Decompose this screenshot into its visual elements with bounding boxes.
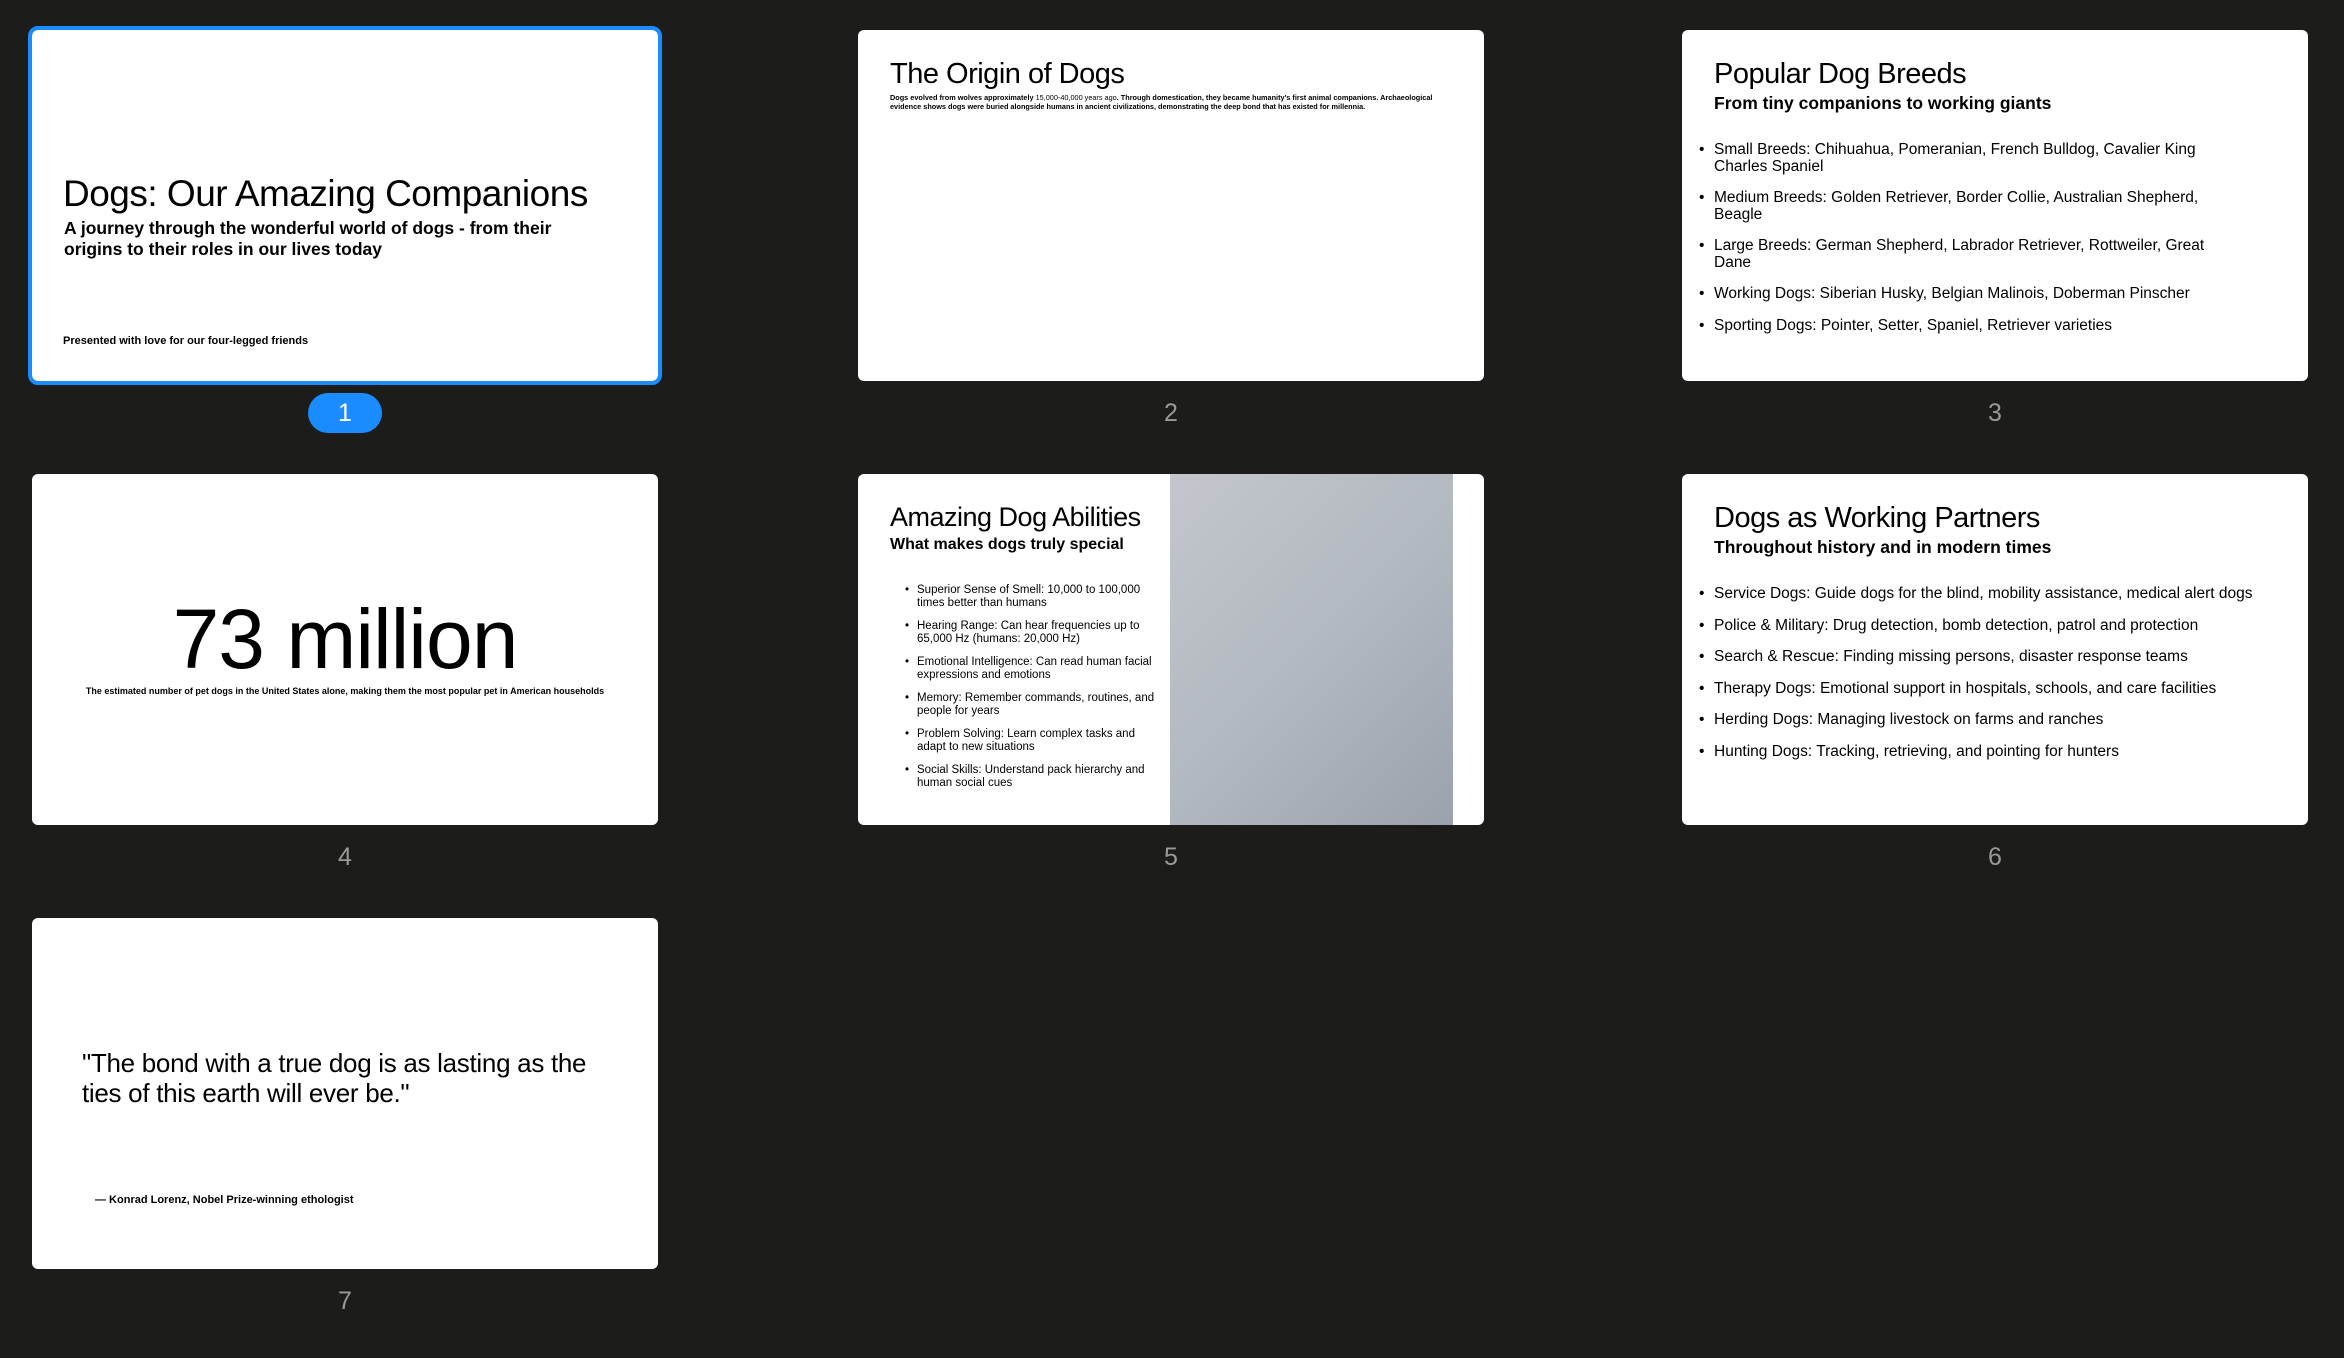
bullet-list: Small Breeds: Chihuahua, Pomeranian, Fre…: [1682, 141, 2234, 349]
slide-cell-7: "The bond with a true dog is as lasting …: [32, 918, 658, 1315]
slide-body-highlight: 15,000-40,000 years ago: [1035, 93, 1117, 102]
bullet-list: Service Dogs: Guide dogs for the blind, …: [1682, 585, 2254, 775]
slide-number: 3: [1988, 399, 2002, 427]
slide-body-text: Dogs evolved from wolves approximately: [890, 93, 1036, 102]
slide-quote: "The bond with a true dog is as lasting …: [82, 1048, 587, 1108]
slide-quote-attribution: — Konrad Lorenz, Nobel Prize-winning eth…: [95, 1194, 354, 1206]
bullet-list: Superior Sense of Smell: 10,000 to 100,0…: [858, 584, 1157, 800]
slide-thumbnail-5[interactable]: Amazing Dog Abilities What makes dogs tr…: [858, 474, 1484, 825]
slide-subtitle: Throughout history and in modern times: [1714, 537, 2052, 557]
slide-body: Dogs evolved from wolves approximately 1…: [890, 93, 1460, 111]
bullet-item: Medium Breeds: Golden Retriever, Border …: [1699, 189, 2234, 223]
slide-thumbnail-4[interactable]: 73 million The estimated number of pet d…: [32, 474, 658, 825]
bullet-item: Police & Military: Drug detection, bomb …: [1699, 617, 2254, 635]
slide-cell-3: Popular Dog Breeds From tiny companions …: [1682, 30, 2308, 427]
slide-title: Popular Dog Breeds: [1714, 58, 1967, 90]
slide-number: 1: [308, 393, 382, 433]
slide-thumbnail-2[interactable]: The Origin of Dogs Dogs evolved from wol…: [858, 30, 1484, 381]
slide-number: 4: [338, 843, 352, 871]
slide-title: Dogs: Our Amazing Companions: [63, 173, 588, 214]
bullet-item: Small Breeds: Chihuahua, Pomeranian, Fre…: [1699, 141, 2234, 175]
slide-sorter-grid: Dogs: Our Amazing Companions A journey t…: [0, 0, 2344, 1358]
bullet-item: Large Breeds: German Shepherd, Labrador …: [1699, 237, 2234, 271]
bullet-item: Problem Solving: Learn complex tasks and…: [905, 728, 1157, 753]
bullet-item: Service Dogs: Guide dogs for the blind, …: [1699, 585, 2254, 603]
bullet-item: Superior Sense of Smell: 10,000 to 100,0…: [905, 584, 1157, 609]
slide-thumbnail-1[interactable]: Dogs: Our Amazing Companions A journey t…: [28, 26, 662, 385]
bullet-item: Herding Dogs: Managing livestock on farm…: [1699, 711, 2254, 729]
slide-title: The Origin of Dogs: [890, 58, 1125, 90]
bullet-item: Working Dogs: Siberian Husky, Belgian Ma…: [1699, 285, 2234, 303]
slide-subtitle: What makes dogs truly special: [890, 536, 1124, 553]
slide-footer: Presented with love for our four-legged …: [63, 335, 309, 347]
bullet-item: Hunting Dogs: Tracking, retrieving, and …: [1699, 743, 2254, 761]
slide-cell-6: Dogs as Working Partners Throughout hist…: [1682, 474, 2308, 871]
slide-cell-1: Dogs: Our Amazing Companions A journey t…: [28, 26, 662, 433]
image-placeholder: [1170, 474, 1453, 825]
slide-number: 2: [1164, 399, 1178, 427]
slide-thumbnail-7[interactable]: "The bond with a true dog is as lasting …: [32, 918, 658, 1269]
bullet-item: Memory: Remember commands, routines, and…: [905, 692, 1157, 717]
slide-subtitle: From tiny companions to working giants: [1714, 93, 2052, 113]
bullet-item: Emotional Intelligence: Can read human f…: [905, 656, 1157, 681]
bullet-item: Social Skills: Understand pack hierarchy…: [905, 764, 1157, 789]
slide-number: 7: [338, 1287, 352, 1315]
slide-subtitle: A journey through the wonderful world of…: [64, 218, 552, 259]
slide-statistic-caption: The estimated number of pet dogs in the …: [85, 686, 605, 696]
slide-thumbnail-6[interactable]: Dogs as Working Partners Throughout hist…: [1682, 474, 2308, 825]
slide-number: 6: [1988, 843, 2002, 871]
slide-thumbnail-3[interactable]: Popular Dog Breeds From tiny companions …: [1682, 30, 2308, 381]
slide-cell-2: The Origin of Dogs Dogs evolved from wol…: [858, 30, 1484, 427]
slide-statistic: 73 million: [172, 592, 519, 686]
bullet-item: Sporting Dogs: Pointer, Setter, Spaniel,…: [1699, 317, 2234, 335]
slide-cell-4: 73 million The estimated number of pet d…: [32, 474, 658, 871]
bullet-item: Search & Rescue: Finding missing persons…: [1699, 648, 2254, 666]
slide-title: Amazing Dog Abilities: [890, 502, 1141, 532]
slide-title: Dogs as Working Partners: [1714, 502, 2040, 534]
slide-number-badge: 1: [32, 393, 658, 433]
slide-number: 5: [1164, 843, 1178, 871]
slide-cell-5: Amazing Dog Abilities What makes dogs tr…: [858, 474, 1484, 871]
bullet-item: Therapy Dogs: Emotional support in hospi…: [1699, 680, 2254, 698]
bullet-item: Hearing Range: Can hear frequencies up t…: [905, 620, 1157, 645]
